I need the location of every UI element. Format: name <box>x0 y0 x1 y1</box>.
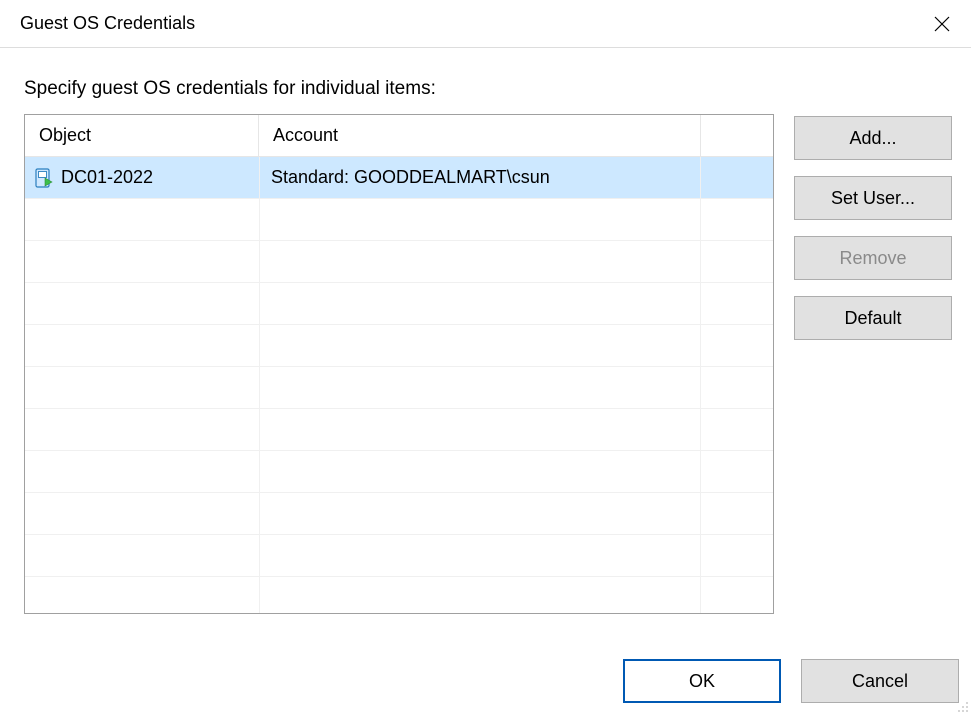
close-button[interactable] <box>913 0 971 48</box>
table-row[interactable] <box>25 199 773 241</box>
col-header-spacer <box>701 115 773 156</box>
col-header-object[interactable]: Object <box>25 115 259 156</box>
remove-button: Remove <box>794 236 952 280</box>
body-row: Object Account DC01-2022 Standard: GOODD… <box>24 114 959 614</box>
vm-icon <box>35 168 53 188</box>
dialog-footer: OK Cancel <box>623 659 959 703</box>
table-row[interactable]: DC01-2022 Standard: GOODDEALMART\csun <box>25 157 773 199</box>
titlebar: Guest OS Credentials <box>0 0 971 48</box>
table-row[interactable] <box>25 325 773 367</box>
resize-grip[interactable] <box>955 699 969 713</box>
resize-grip-icon <box>955 699 969 713</box>
table-row[interactable] <box>25 577 773 614</box>
close-icon <box>934 16 950 32</box>
table-row[interactable] <box>25 451 773 493</box>
grid-rows: DC01-2022 Standard: GOODDEALMART\csun <box>25 157 773 614</box>
credentials-grid[interactable]: Object Account DC01-2022 Standard: GOODD… <box>24 114 774 614</box>
table-row[interactable] <box>25 367 773 409</box>
cell-account: Standard: GOODDEALMART\csun <box>259 167 701 188</box>
col-header-account[interactable]: Account <box>259 115 701 156</box>
dialog-content: Specify guest OS credentials for individ… <box>0 48 971 614</box>
set-user-button[interactable]: Set User... <box>794 176 952 220</box>
grid-header: Object Account <box>25 115 773 157</box>
table-row[interactable] <box>25 409 773 451</box>
instruction-text: Specify guest OS credentials for individ… <box>24 78 959 100</box>
ok-button[interactable]: OK <box>623 659 781 703</box>
cell-object-text: DC01-2022 <box>61 167 153 188</box>
side-buttons: Add... Set User... Remove Default <box>794 114 952 340</box>
cancel-button[interactable]: Cancel <box>801 659 959 703</box>
table-row[interactable] <box>25 535 773 577</box>
table-row[interactable] <box>25 283 773 325</box>
table-row[interactable] <box>25 241 773 283</box>
cell-object: DC01-2022 <box>25 167 259 188</box>
default-button[interactable]: Default <box>794 296 952 340</box>
add-button[interactable]: Add... <box>794 116 952 160</box>
window-title: Guest OS Credentials <box>20 13 195 34</box>
table-row[interactable] <box>25 493 773 535</box>
